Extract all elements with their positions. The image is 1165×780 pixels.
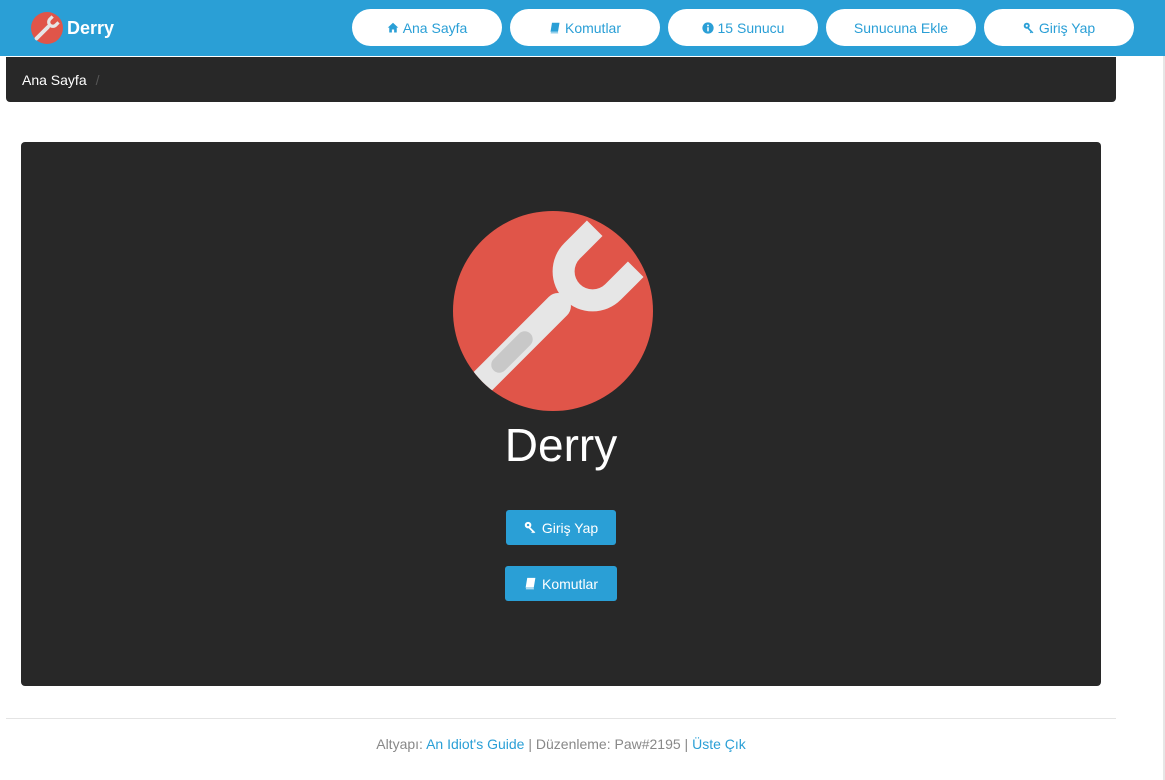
footer-guide-link[interactable]: An Idiot's Guide xyxy=(426,736,524,752)
main-nav: Ana Sayfa Komutlar 15 Sunucu Sunucuna Ek… xyxy=(352,9,1142,46)
footer-top-link[interactable]: Üste Çık xyxy=(692,736,746,752)
book-icon xyxy=(549,22,561,34)
hero-login-button[interactable]: Giriş Yap xyxy=(506,510,616,545)
brand-name: Derry xyxy=(67,17,115,38)
hero-panel: Derry Giriş Yap Komutlar xyxy=(21,142,1101,686)
nav-commands-button[interactable]: Komutlar xyxy=(510,9,660,46)
wrench-logo-icon xyxy=(31,12,63,44)
nav-servers-button[interactable]: 15 Sunucu xyxy=(668,9,818,46)
book-icon xyxy=(524,577,537,590)
nav-add-server-button[interactable]: Sunucuna Ekle xyxy=(826,9,976,46)
breadcrumb: Ana Sayfa / xyxy=(6,57,1116,102)
hero-title: Derry xyxy=(504,419,618,471)
key-icon xyxy=(1023,22,1035,34)
footer-separator: | xyxy=(528,736,532,752)
hero-commands-button[interactable]: Komutlar xyxy=(505,566,617,601)
footer: Altyapı: An Idiot's Guide | Düzenleme: P… xyxy=(0,736,1122,752)
nav-servers-label: 15 Sunucu xyxy=(717,19,785,36)
hero-commands-label: Komutlar xyxy=(541,575,599,592)
nav-login-button[interactable]: Giriş Yap xyxy=(984,9,1134,46)
nav-login-label: Giriş Yap xyxy=(1038,19,1096,36)
footer-divider xyxy=(6,718,1116,719)
info-circle-icon xyxy=(701,21,714,34)
nav-add-server-label: Sunucuna Ekle xyxy=(853,19,949,36)
nav-commands-label: Komutlar xyxy=(564,19,622,36)
footer-prefix: Altyapı: xyxy=(376,736,423,752)
nav-home-button[interactable]: Ana Sayfa xyxy=(352,9,502,46)
breadcrumb-home[interactable]: Ana Sayfa xyxy=(22,72,87,88)
brand-link[interactable]: Derry xyxy=(31,12,114,44)
footer-separator: | xyxy=(684,736,689,752)
hero-login-label: Giriş Yap xyxy=(541,519,599,536)
key-icon xyxy=(524,521,537,534)
nav-home-label: Ana Sayfa xyxy=(402,19,468,36)
home-icon xyxy=(387,22,399,34)
breadcrumb-separator: / xyxy=(95,71,100,88)
top-navbar: Derry Ana Sayfa Komutlar 15 Sunucu Sunuc… xyxy=(0,0,1165,56)
wrench-logo-large-icon xyxy=(453,211,653,411)
footer-edit-text: Düzenleme: Paw#2195 xyxy=(535,736,681,752)
